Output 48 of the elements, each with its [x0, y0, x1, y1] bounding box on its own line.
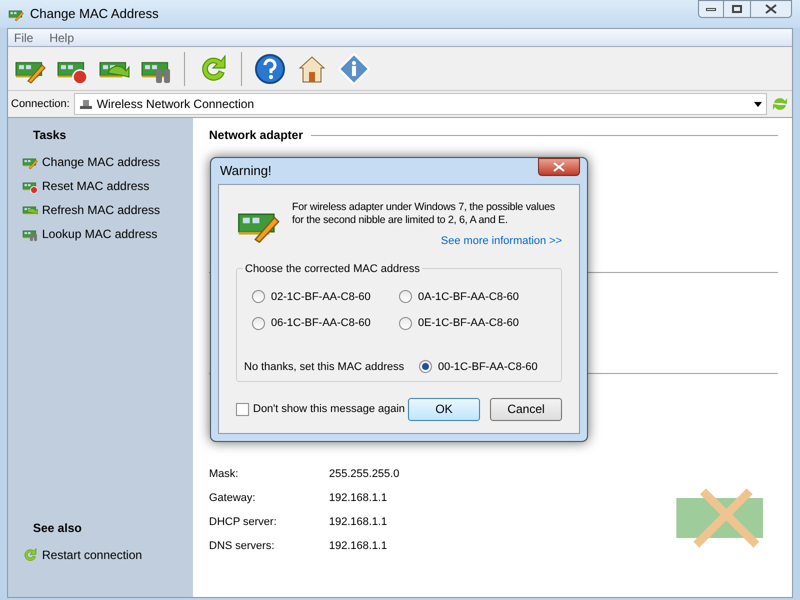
task-link[interactable]: Reset MAC address: [22, 174, 193, 198]
cancel-button[interactable]: Cancel: [490, 398, 562, 420]
close-button[interactable]: [750, 0, 792, 18]
close-icon: [553, 162, 565, 172]
field-label: Gateway:: [209, 490, 256, 506]
dropdown-caret-icon: [754, 102, 762, 106]
radio-button[interactable]: [252, 290, 265, 304]
minimize-button[interactable]: [698, 0, 724, 18]
maximize-button[interactable]: [724, 0, 750, 18]
dont-show-checkbox[interactable]: Don't show this message again: [236, 400, 405, 418]
field-label: DHCP server:: [209, 514, 278, 530]
radio-option[interactable]: 0E-1C-BF-AA-C8-60: [399, 315, 546, 332]
close-button[interactable]: [538, 158, 580, 176]
radio-button[interactable]: [252, 316, 265, 330]
connection-label: Connection:: [11, 96, 70, 112]
radio-button[interactable]: [399, 316, 412, 330]
connection-dropdown[interactable]: Wireless Network Connection: [74, 93, 767, 115]
field-value: 192.168.1.1: [329, 514, 388, 530]
warning-message: For wireless adapter under Windows 7, the possible values for the second nibble are limited to 2, 6, A and E.: [292, 201, 556, 227]
field-label: Mask:: [209, 466, 240, 482]
network-icon: [78, 98, 93, 110]
see-also-heading: See also: [33, 520, 83, 537]
keep-label: No thanks, set this MAC address: [244, 360, 406, 374]
task-link[interactable]: Change MAC address: [22, 150, 193, 174]
tasks-heading: Tasks: [33, 127, 68, 144]
section-heading: Network adapter: [209, 127, 304, 144]
field-label: DNS servers:: [209, 538, 276, 554]
menu-item[interactable]: Help: [49, 28, 74, 46]
field-value: 255.255.255.0: [329, 466, 400, 482]
checkbox[interactable]: [236, 402, 249, 416]
radio-option[interactable]: 02-1C-BF-AA-C8-60: [252, 288, 399, 305]
dialog-title: Warning!: [220, 162, 272, 180]
refresh-arrow-icon: [22, 547, 38, 563]
field-value: 192.168.1.1: [329, 490, 388, 506]
menu-item[interactable]: File: [14, 28, 34, 46]
more-info-link[interactable]: See more information >>: [440, 233, 562, 250]
ok-button[interactable]: OK: [408, 398, 480, 420]
radio-button[interactable]: [419, 360, 432, 374]
task-link[interactable]: Lookup MAC address: [22, 222, 193, 246]
window-title: Change MAC Address: [30, 5, 159, 24]
radio-option[interactable]: 00-1C-BF-AA-C8-60: [419, 358, 538, 375]
radio-option[interactable]: 06-1C-BF-AA-C8-60: [252, 315, 399, 332]
close-icon: [765, 4, 777, 14]
radio-option[interactable]: 0A-1C-BF-AA-C8-60: [399, 288, 546, 305]
radio-button[interactable]: [399, 290, 412, 304]
task-link[interactable]: Restart connection: [22, 543, 193, 567]
task-link[interactable]: Refresh MAC address: [22, 198, 193, 222]
field-value: 192.168.1.1: [329, 538, 388, 554]
